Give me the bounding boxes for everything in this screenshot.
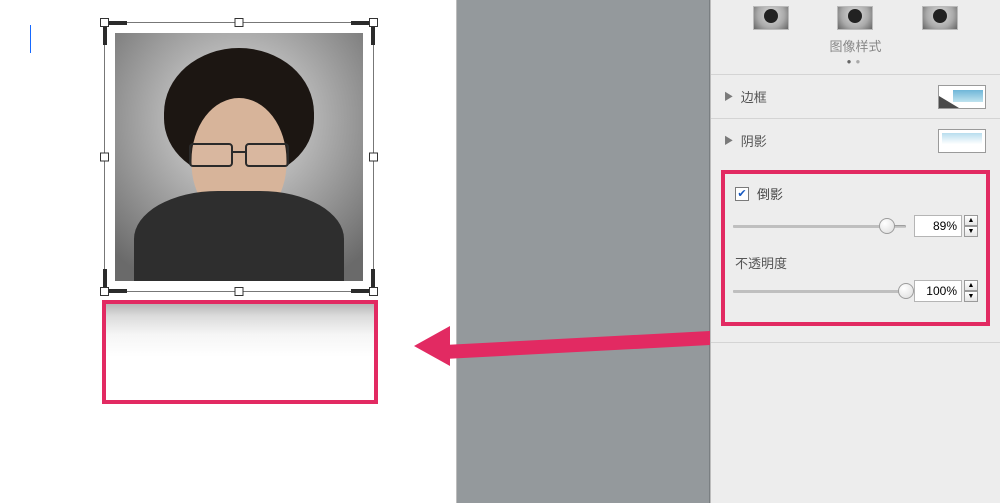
reflection-value-input[interactable]	[914, 215, 962, 237]
style-thumb[interactable]	[837, 6, 873, 30]
canvas-gutter	[457, 0, 710, 503]
stepper-down-icon[interactable]: ▼	[964, 226, 978, 237]
shadow-preview-icon[interactable]	[938, 129, 986, 153]
page-dots[interactable]: ●●	[711, 55, 1000, 74]
disclosure-right-icon: ▶	[725, 134, 733, 147]
reflection-slider[interactable]	[733, 218, 906, 234]
opacity-value-input[interactable]	[914, 280, 962, 302]
stepper-up-icon[interactable]: ▲	[964, 215, 978, 226]
stepper-up-icon[interactable]: ▲	[964, 280, 978, 291]
resize-handle[interactable]	[100, 153, 109, 162]
selected-image[interactable]	[104, 22, 374, 292]
border-label: 边框	[741, 87, 938, 106]
opacity-slider[interactable]	[733, 283, 906, 299]
stepper-down-icon[interactable]: ▼	[964, 291, 978, 302]
format-panel: 图像样式 ●● ▶ 边框 ▶ 阴影 ✔ 倒影	[710, 0, 1000, 503]
resize-handle[interactable]	[235, 18, 244, 27]
reflection-checkbox[interactable]: ✔	[735, 187, 749, 201]
resize-handle[interactable]	[369, 153, 378, 162]
shadow-row[interactable]: ▶ 阴影	[711, 118, 1000, 162]
resize-handle[interactable]	[369, 287, 378, 296]
resize-handle[interactable]	[235, 287, 244, 296]
portrait-photo	[115, 33, 363, 281]
style-section-title: 图像样式	[711, 30, 1000, 55]
document-canvas[interactable]	[0, 0, 457, 503]
disclosure-right-icon: ▶	[725, 90, 733, 103]
text-cursor	[30, 25, 31, 53]
opacity-label: 不透明度	[731, 243, 980, 274]
reflection-opacity-group: ✔ 倒影 ▲ ▼ 不透明度	[721, 170, 990, 326]
border-preview-icon[interactable]	[938, 85, 986, 109]
style-thumb[interactable]	[753, 6, 789, 30]
resize-handle[interactable]	[369, 18, 378, 27]
reflection-label: 倒影	[757, 184, 783, 203]
resize-handle[interactable]	[100, 287, 109, 296]
shadow-label: 阴影	[741, 131, 938, 150]
resize-handle[interactable]	[100, 18, 109, 27]
border-row[interactable]: ▶ 边框	[711, 74, 1000, 118]
style-thumb[interactable]	[922, 6, 958, 30]
style-thumbnails	[711, 0, 1000, 30]
reflection-highlight	[102, 300, 378, 404]
panel-empty-area	[711, 342, 1000, 503]
